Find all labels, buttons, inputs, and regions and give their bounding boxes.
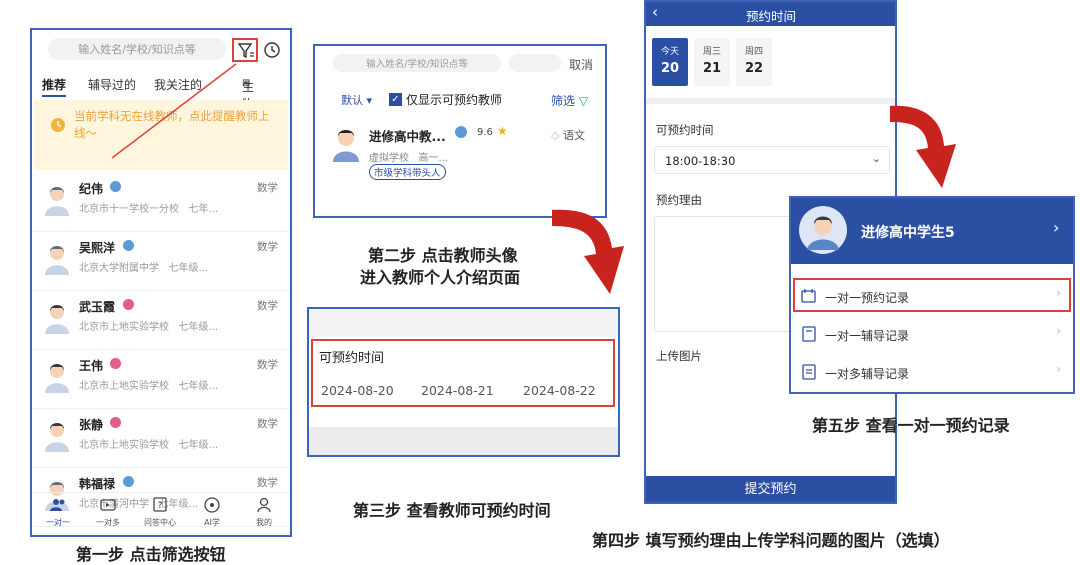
- available-time-label: 可预约时间: [319, 351, 385, 366]
- subject-text: 语文: [562, 129, 585, 142]
- sort-dropdown[interactable]: 默认 ▾: [341, 92, 372, 108]
- day-date: 20: [660, 61, 680, 76]
- back-arrow-icon[interactable]: ‹: [652, 3, 658, 21]
- title-badge: 市级学科带头人: [369, 164, 446, 180]
- document-icon: [802, 364, 816, 380]
- available-only-checkbox[interactable]: ✓ 仅显示可预约教师: [389, 91, 502, 108]
- student-name: 进修高中学生5: [861, 225, 955, 241]
- diamond-icon: ◇: [551, 129, 560, 142]
- teacher-avatar[interactable]: [331, 126, 361, 162]
- page-title: 预约时间: [746, 9, 797, 24]
- section-divider: [646, 98, 895, 104]
- filter-label: 筛选: [551, 94, 576, 108]
- day-today[interactable]: 今天 20: [652, 38, 688, 86]
- time-value: 18:00-18:30: [665, 154, 736, 168]
- school-text: 虚拟学校: [369, 153, 409, 164]
- pointer-line: [111, 63, 237, 159]
- date-option[interactable]: 2024-08-20: [321, 383, 394, 398]
- step2-teacher-search-result: 输入姓名/学校/知识点等 取消 默认 ▾ ✓ 仅显示可预约教师 筛选 ▽ 进修高…: [313, 44, 607, 218]
- sort-label: 默认: [341, 94, 363, 107]
- checkbox-checked-icon: ✓: [389, 93, 402, 106]
- day-weekday: 周三: [702, 47, 721, 57]
- time-label: 可预约时间: [656, 123, 714, 137]
- step5-caption: 第五步 查看一对一预约记录: [812, 416, 1010, 435]
- day-date: 22: [744, 61, 764, 76]
- chevron-right-icon: ›: [1056, 286, 1061, 300]
- day-date: 21: [702, 61, 722, 76]
- menu-label: 一对一辅导记录: [825, 329, 910, 343]
- step2-caption-line1: 第二步 点击教师头像: [368, 246, 518, 265]
- step5-profile-menu: 进修高中学生5 › 一对一预约记录 › 一对一辅导记录 › 一对多辅导记录 ›: [789, 196, 1075, 394]
- menu-one-on-one-tutoring[interactable]: 一对一辅导记录 ›: [791, 316, 1073, 352]
- teacher-search-input[interactable]: 输入姓名/学校/知识点等: [333, 54, 501, 72]
- step2-caption-line2: 进入教师个人介绍页面: [360, 268, 521, 287]
- red-arrow-icon: [552, 209, 624, 294]
- student-avatar: [799, 206, 847, 254]
- step3-caption: 第三步 查看教师可预约时间: [353, 501, 551, 520]
- menu-label: 一对一预约记录: [825, 291, 910, 305]
- filter-button[interactable]: 筛选 ▽: [551, 92, 588, 109]
- step3-available-time-panel: 可预约时间 2024-08-20 2024-08-21 2024-08-22: [307, 307, 620, 457]
- step1-phone-screen: 输入姓名/学校/知识点等 推荐 辅导过的 我关注的 生物 ⊞ 当前学科无在线教师…: [30, 28, 292, 537]
- book-icon: [802, 326, 816, 342]
- booking-header: ‹ 预约时间: [646, 2, 895, 26]
- calendar-icon: [801, 289, 816, 303]
- search-clear-area[interactable]: [509, 54, 561, 72]
- red-arrow-icon: [890, 105, 956, 188]
- chevron-right-icon: ›: [1056, 362, 1061, 376]
- date-option[interactable]: 2024-08-22: [523, 383, 596, 398]
- date-option[interactable]: 2024-08-21: [421, 383, 494, 398]
- teacher-name: 进修高中教...: [369, 129, 446, 144]
- step1-caption: 第一步 点击筛选按钮: [76, 545, 226, 564]
- day-weekday: 今天: [660, 47, 679, 57]
- subject-tag: ◇ 语文: [551, 127, 585, 143]
- checkbox-label: 仅显示可预约教师: [406, 93, 503, 107]
- time-select[interactable]: 18:00-18:30 ⌄: [654, 146, 890, 174]
- chevron-right-icon: ›: [1053, 218, 1060, 237]
- star-icon: ★: [497, 124, 508, 138]
- caret-down-icon: ▾: [366, 94, 373, 107]
- reason-label: 预约理由: [656, 193, 702, 207]
- profile-header[interactable]: 进修高中学生5 ›: [791, 198, 1073, 264]
- verified-icon: [455, 126, 467, 138]
- chevron-down-icon: ⌄: [871, 152, 881, 165]
- bottom-gray-band: [309, 427, 618, 455]
- day-weekday: 周四: [744, 47, 763, 57]
- cancel-button[interactable]: 取消: [569, 56, 593, 73]
- chevron-right-icon: ›: [1056, 324, 1061, 338]
- grade-text: 高一...: [418, 153, 449, 164]
- step4-caption: 第四步 填写预约理由上传学科问题的图片（选填）: [592, 531, 950, 550]
- teacher-rating: 9.6: [477, 127, 493, 138]
- menu-label: 一对多辅导记录: [825, 367, 910, 381]
- top-gray-band: [309, 309, 618, 337]
- menu-one-on-one-booking[interactable]: 一对一预约记录 ›: [791, 278, 1073, 314]
- filter-icon: ▽: [578, 94, 589, 108]
- day-wednesday[interactable]: 周三 21: [694, 38, 730, 86]
- day-thursday[interactable]: 周四 22: [736, 38, 772, 86]
- upload-label: 上传图片: [656, 349, 702, 363]
- menu-one-to-many-tutoring[interactable]: 一对多辅导记录 ›: [791, 354, 1073, 390]
- submit-booking-button[interactable]: 提交预约: [646, 476, 895, 502]
- teacher-school: 虚拟学校 高一...: [369, 149, 448, 164]
